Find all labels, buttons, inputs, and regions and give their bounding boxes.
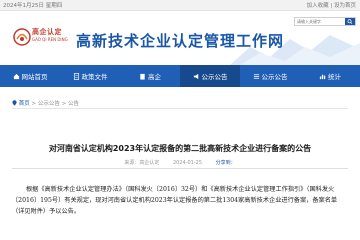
breadcrumb-separator: > <box>61 101 67 107</box>
title-divider <box>12 168 348 169</box>
search-button[interactable] <box>345 18 355 25</box>
nav-item-policy[interactable]: 政策文件 <box>60 65 120 87</box>
breadcrumb-separator: > <box>31 101 37 107</box>
article-meta: 来源：高企认定 2024-01-25 分享到： <box>0 159 360 166</box>
nav-item-hightech[interactable]: 高企 <box>120 65 180 87</box>
nav-item-notice[interactable]: 公示公告 <box>180 65 240 87</box>
article-title: 对河南省认定机构2023年认定报备的第二批高新技术企业进行备案的公告 <box>48 144 312 153</box>
breadcrumb: 首页 > 公示公告 > 公告 <box>12 99 79 107</box>
chart-icon <box>319 74 326 79</box>
megaphone-icon <box>193 73 198 79</box>
logo-subtext: GAO QI REN DING <box>32 37 68 42</box>
current-date: 2024年1月25日 星期四 <box>3 3 63 9</box>
breadcrumb-divider <box>12 108 348 109</box>
search-box <box>294 17 356 26</box>
document-icon <box>73 72 79 80</box>
article-source: 来源：高企认定 <box>124 160 160 166</box>
breadcrumb-home[interactable]: 首页 <box>19 101 30 107</box>
utility-links[interactable]: 加入收藏 | 设为首页 <box>307 1 356 9</box>
site-header: 高企认定 GAO QI REN DING 高新技术企业认定管理工作网 <box>0 11 360 65</box>
main-navigation: 网站首页 政策文件 高企 公示公告 公示公告 统计 <box>0 65 360 87</box>
article-paragraph: 根据《高新技术企业认定管理办法》（国科发火〔2016〕32号）和《高新技术企业认… <box>12 186 338 215</box>
nav-item-home[interactable]: 网站首页 <box>0 65 60 87</box>
search-icon <box>347 19 353 24</box>
nav-label: 公示公告 <box>201 73 228 81</box>
breadcrumb-level2[interactable]: 公告 <box>68 101 79 107</box>
logo-mark-icon <box>13 28 31 46</box>
article-date: 2024-01-25 <box>172 160 203 166</box>
header-decoration <box>230 35 360 65</box>
share-link[interactable]: 分享到： <box>216 160 236 166</box>
article-body: 根据《高新技术企业认定管理办法》（国科发火〔2016〕32号）和《高新技术企业认… <box>12 184 348 217</box>
nav-label: 高企 <box>148 73 161 81</box>
nav-label: 网站首页 <box>21 73 48 81</box>
home-icon <box>13 73 19 79</box>
top-utility-bar: 2024年1月25日 星期四 加入收藏 | 设为首页 <box>0 0 360 11</box>
building-icon <box>140 73 145 80</box>
nav-label: 统计 <box>328 73 341 81</box>
breadcrumb-level1[interactable]: 公示公告 <box>38 101 60 107</box>
search-input[interactable] <box>295 18 345 25</box>
nav-label: 政策文件 <box>81 73 108 81</box>
site-logo[interactable]: 高企认定 GAO QI REN DING <box>12 25 70 55</box>
nav-item-stats[interactable]: 统计 <box>300 65 360 87</box>
nav-item-public[interactable]: 公示公告 <box>240 65 300 87</box>
nav-label: 公示公告 <box>261 73 288 81</box>
list-icon <box>253 73 259 79</box>
location-icon <box>12 100 17 106</box>
logo-text: 高企认定 <box>32 28 62 36</box>
